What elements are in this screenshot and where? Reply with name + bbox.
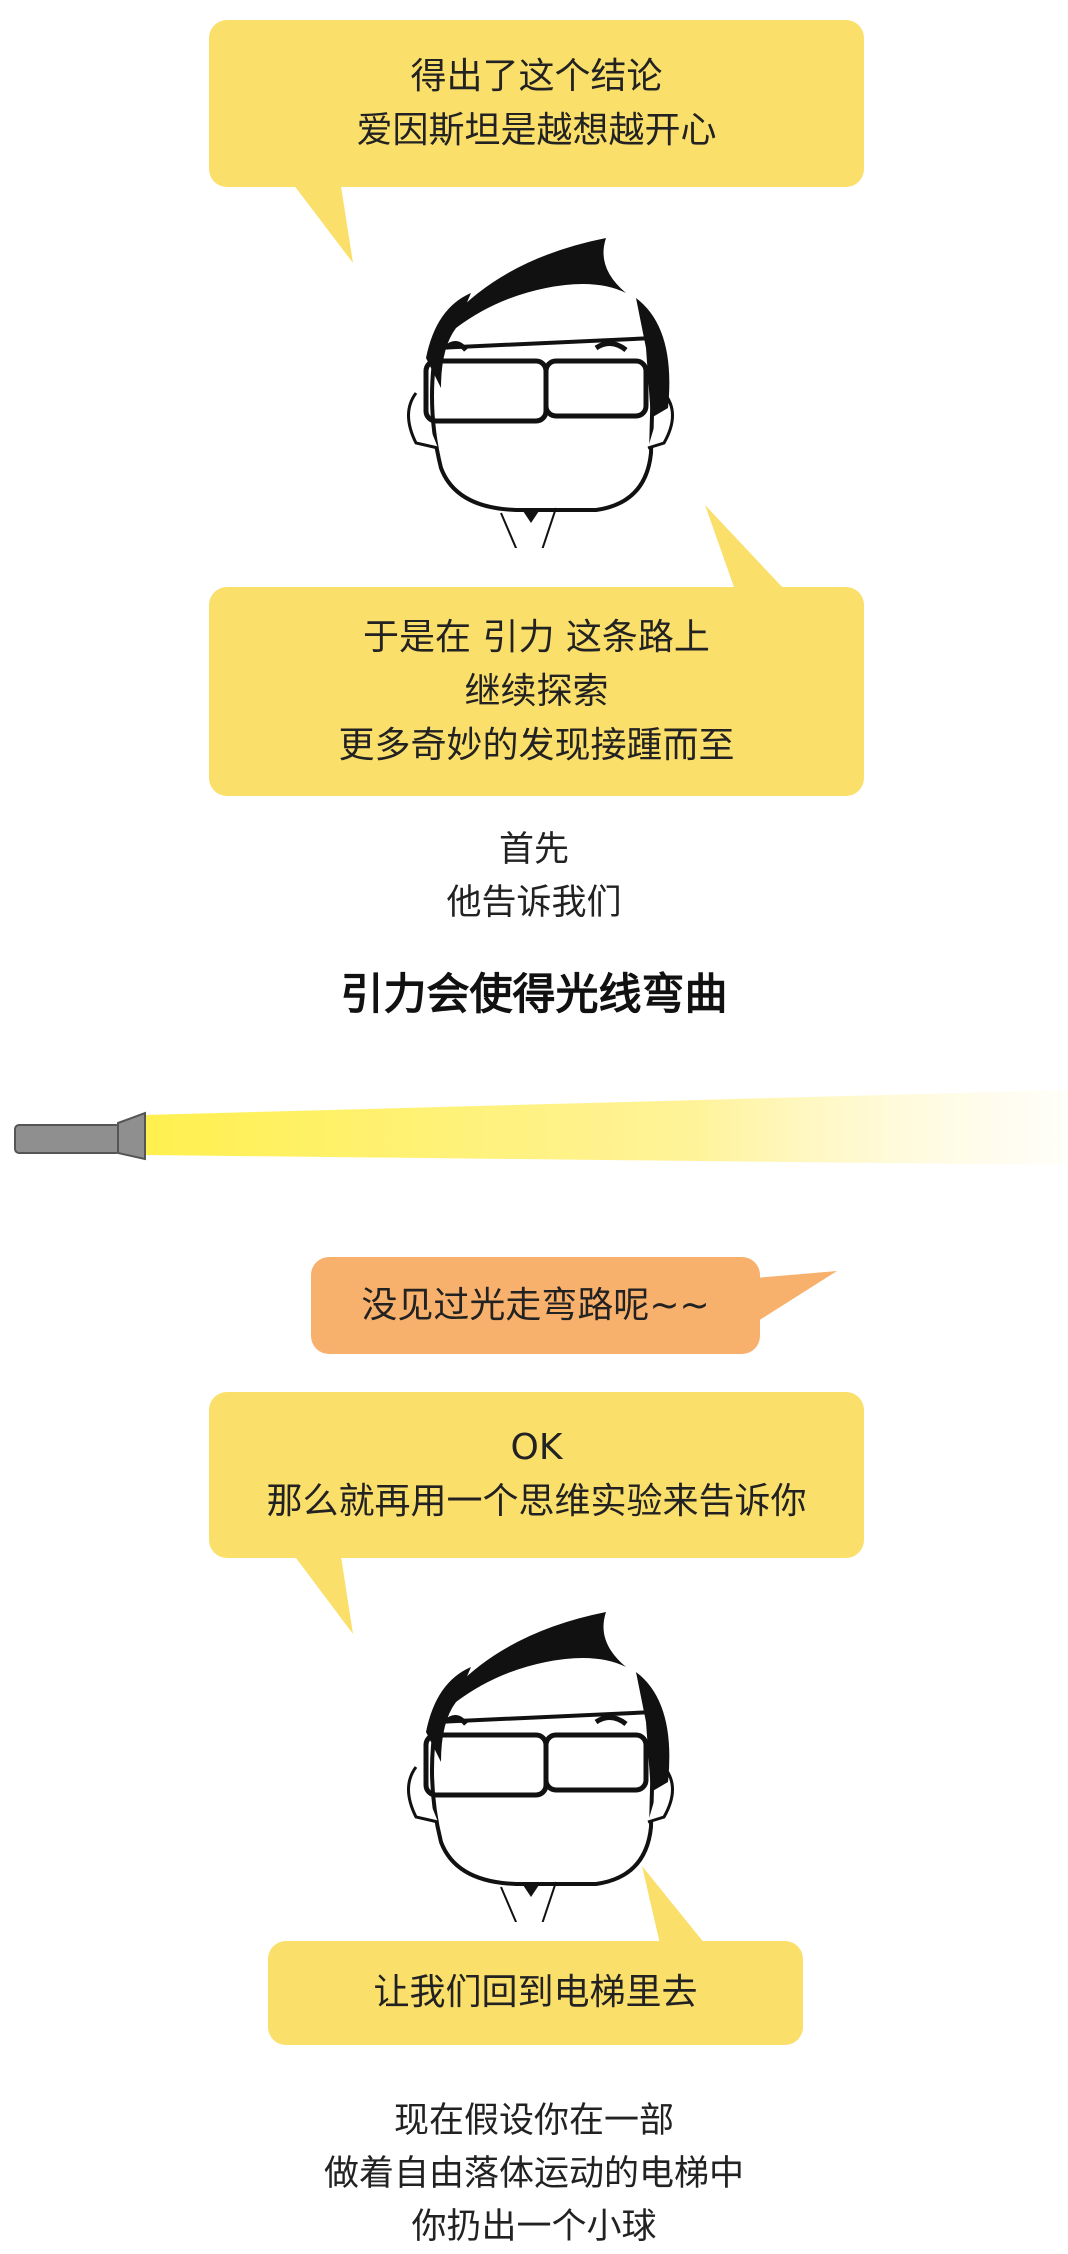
bubble-tail bbox=[705, 505, 785, 590]
light-beam bbox=[145, 1090, 1068, 1165]
bubble-tail bbox=[290, 180, 353, 263]
narration-line: 首先 bbox=[498, 830, 569, 870]
speech-bubble-2: 于是在 引力 这条路上 继续探索 更多奇妙的发现接踵而至 bbox=[209, 587, 864, 796]
bubble-line: 继续探索 bbox=[464, 670, 609, 712]
bubble-tail bbox=[755, 1271, 837, 1323]
bubble-tail bbox=[642, 1866, 705, 1944]
headline: 引力会使得光线弯曲 bbox=[340, 970, 728, 1020]
bubble-line: 爱因斯坦是越想越开心 bbox=[356, 109, 717, 151]
bubble-line: 让我们回到电梯里去 bbox=[373, 1972, 698, 2013]
speech-bubble-1: 得出了这个结论 爱因斯坦是越想越开心 bbox=[209, 20, 864, 187]
bubble-tail bbox=[290, 1550, 353, 1634]
narration-line: 做着自由落体运动的电梯中 bbox=[323, 2154, 744, 2194]
bubble-line: OK bbox=[510, 1427, 563, 1468]
speech-bubble-3: OK 那么就再用一个思维实验来告诉你 bbox=[209, 1392, 864, 1558]
bubble-line: 更多奇妙的发现接踵而至 bbox=[338, 724, 735, 766]
narration-line: 你扔出一个小球 bbox=[411, 2207, 657, 2247]
cartoon-face-icon bbox=[407, 238, 674, 548]
flashlight-icon bbox=[14, 1090, 1068, 1165]
bubble-line: 得出了这个结论 bbox=[410, 55, 663, 97]
narration-line: 现在假设你在一部 bbox=[393, 2101, 674, 2141]
speech-bubble-4: 让我们回到电梯里去 bbox=[268, 1941, 803, 2045]
bubble-line: 那么就再用一个思维实验来告诉你 bbox=[266, 1481, 807, 1522]
bubble-line: 于是在 引力 这条路上 bbox=[363, 616, 710, 658]
speech-bubble-orange: 没见过光走弯路呢~~ bbox=[311, 1257, 760, 1354]
bubble-line: 没见过光走弯路呢~~ bbox=[361, 1284, 710, 1326]
narration-line: 他告诉我们 bbox=[446, 883, 622, 923]
